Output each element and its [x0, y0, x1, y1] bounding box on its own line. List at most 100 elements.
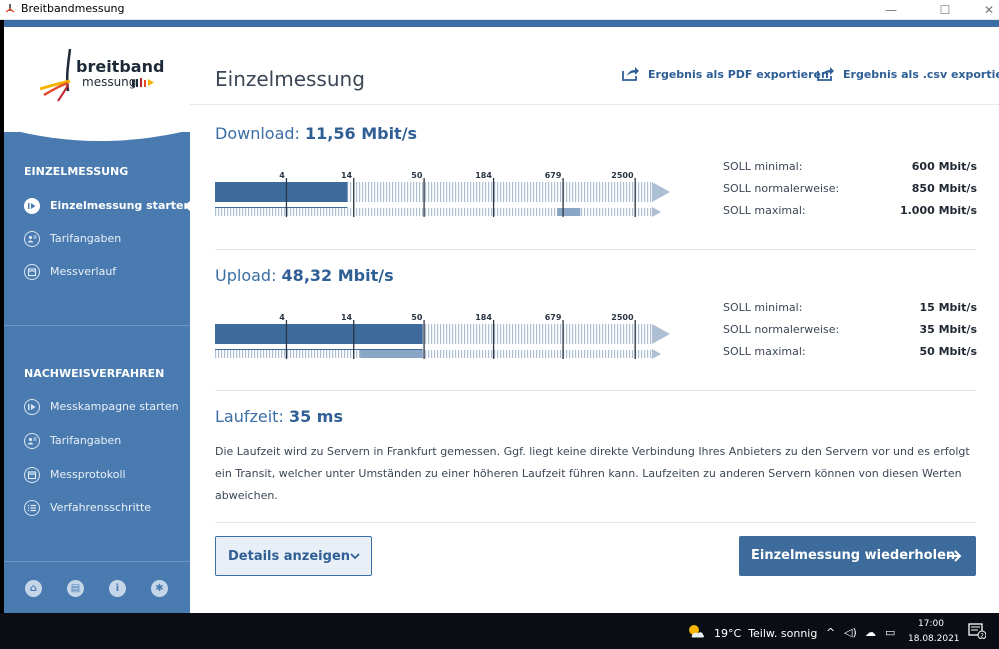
- gear-icon[interactable]: ✱: [151, 580, 168, 597]
- upload-hatch: [503, 324, 505, 344]
- export-csv-link[interactable]: Ergebnis als .csv exportieren: [817, 66, 999, 81]
- upload-hatch-lower: [296, 350, 298, 358]
- upload-hatch: [557, 324, 559, 344]
- upload-hatch-lower: [602, 350, 604, 358]
- download-tick-label: 14: [340, 171, 353, 180]
- download-hatch: [578, 182, 580, 202]
- divider: [215, 249, 976, 250]
- chat-icon[interactable]: ▤: [67, 580, 84, 597]
- download-hatch-lower: [302, 208, 304, 216]
- upload-hatch-lower: [608, 350, 610, 358]
- download-hatch: [476, 182, 478, 202]
- download-hatch-lower: [254, 208, 256, 216]
- download-hatch-lower: [419, 208, 421, 216]
- download-hatch-lower: [644, 208, 646, 216]
- download-hatch: [470, 182, 472, 202]
- download-hatch-lower: [479, 208, 481, 216]
- upload-hatch: [650, 324, 652, 344]
- download-hatch-lower: [506, 208, 508, 216]
- sidebar-item-tarifangaben[interactable]: Tarifangaben: [24, 228, 184, 250]
- upload-hatch-lower: [560, 350, 562, 358]
- details-button[interactable]: Details anzeigen: [215, 536, 372, 576]
- download-soll-band: [557, 208, 581, 216]
- download-hatch-lower: [617, 208, 619, 216]
- download-hatch: [566, 182, 568, 202]
- soll-key: SOLL normalerweise:: [723, 323, 840, 336]
- weather-icon[interactable]: [687, 623, 705, 639]
- download-hatch-lower: [314, 208, 316, 216]
- upload-hatch-lower: [239, 350, 241, 358]
- download-hatch-lower: [620, 208, 622, 216]
- upload-hatch-lower: [305, 350, 307, 358]
- home-icon[interactable]: ⌂: [25, 580, 42, 597]
- download-hatch: [629, 182, 631, 202]
- clock-date[interactable]: 18.08.2021: [908, 634, 960, 644]
- upload-hatch-lower: [257, 350, 259, 358]
- download-hatch-lower: [464, 208, 466, 216]
- download-hatch: [374, 182, 376, 202]
- download-hatch-lower: [512, 208, 514, 216]
- upload-hatch-lower: [299, 350, 301, 358]
- notification-icon[interactable]: 2: [968, 623, 986, 639]
- sidebar-item-tarifangaben-2[interactable]: Tarifangaben: [24, 430, 184, 452]
- download-hatch-lower: [428, 208, 430, 216]
- sidebar-item-messprotokoll[interactable]: Messprotokoll: [24, 464, 184, 486]
- upload-tick-line: [285, 320, 288, 359]
- download-hatch: [497, 182, 499, 202]
- clock-time[interactable]: 17:00: [918, 619, 944, 629]
- upload-hatch-lower: [347, 350, 349, 358]
- upload-hatch: [464, 324, 466, 344]
- upload-hatch-lower: [503, 350, 505, 358]
- maximize-button[interactable]: ☐: [922, 0, 968, 20]
- upload-value: 48,32 Mbit/s: [281, 266, 394, 285]
- main-content: Einzelmessung Ergebnis als PDF exportier…: [190, 27, 999, 613]
- download-hatch-lower: [542, 208, 544, 216]
- upload-hatch-lower: [263, 350, 265, 358]
- upload-hatch: [578, 324, 580, 344]
- download-hatch-lower: [290, 208, 292, 216]
- upload-hatch-lower: [470, 350, 472, 358]
- upload-tick-label: 184: [475, 313, 492, 322]
- upload-hatch-lower: [506, 350, 508, 358]
- download-hatch-lower: [266, 208, 268, 216]
- sidebar-item-verfahrensschritte[interactable]: Verfahrensschritte: [24, 497, 184, 519]
- upload-hatch-lower: [650, 350, 652, 358]
- volume-icon[interactable]: ◁): [844, 626, 857, 639]
- download-hatch: [368, 182, 370, 202]
- export-pdf-link[interactable]: Ergebnis als PDF exportieren: [622, 66, 829, 81]
- tray-chevron-up-icon[interactable]: ^: [826, 626, 835, 639]
- soll-key: SOLL normalerweise:: [723, 182, 840, 195]
- close-button[interactable]: ✕: [966, 0, 999, 20]
- repeat-measurement-button[interactable]: Einzelmessung wiederholen: [739, 536, 976, 576]
- upload-hatch-lower: [278, 350, 280, 358]
- upload-hatch-lower: [614, 350, 616, 358]
- list-icon: [24, 500, 40, 516]
- sidebar-item-label: Verfahrensschritte: [50, 501, 152, 514]
- download-hatch-lower: [449, 208, 451, 216]
- upload-hatch: [434, 324, 436, 344]
- upload-hatch-lower: [245, 350, 247, 358]
- upload-hatch-lower: [341, 350, 343, 358]
- latency-value: 35 ms: [288, 407, 343, 426]
- upload-hatch: [518, 324, 520, 344]
- download-hatch-lower: [416, 208, 418, 216]
- upload-label: Upload:: [215, 266, 277, 285]
- download-hatch-lower: [383, 208, 385, 216]
- cloud-icon[interactable]: ☁: [865, 626, 876, 639]
- download-tick-label: 184: [475, 171, 492, 180]
- download-hatch: [512, 182, 514, 202]
- sidebar-item-messkampagne-starten[interactable]: Messkampagne starten: [24, 396, 184, 418]
- minimize-button[interactable]: —: [868, 0, 914, 20]
- network-icon[interactable]: ▭: [885, 626, 895, 639]
- sidebar-item-label: Messkampagne starten: [50, 400, 179, 413]
- upload-hatch: [524, 324, 526, 344]
- sidebar-item-einzelmessung-starten[interactable]: Einzelmessung starten: [24, 195, 191, 217]
- weather-text[interactable]: 19°C Teilw. sonnig: [714, 627, 817, 640]
- upload-hatch-lower: [452, 350, 454, 358]
- upload-hatch-lower: [593, 350, 595, 358]
- upload-hatch-lower: [308, 350, 310, 358]
- info-icon[interactable]: i: [109, 580, 126, 597]
- sidebar-item-messverlauf[interactable]: Messverlauf: [24, 261, 184, 283]
- upload-hatch: [497, 324, 499, 344]
- upload-hatch-lower: [515, 350, 517, 358]
